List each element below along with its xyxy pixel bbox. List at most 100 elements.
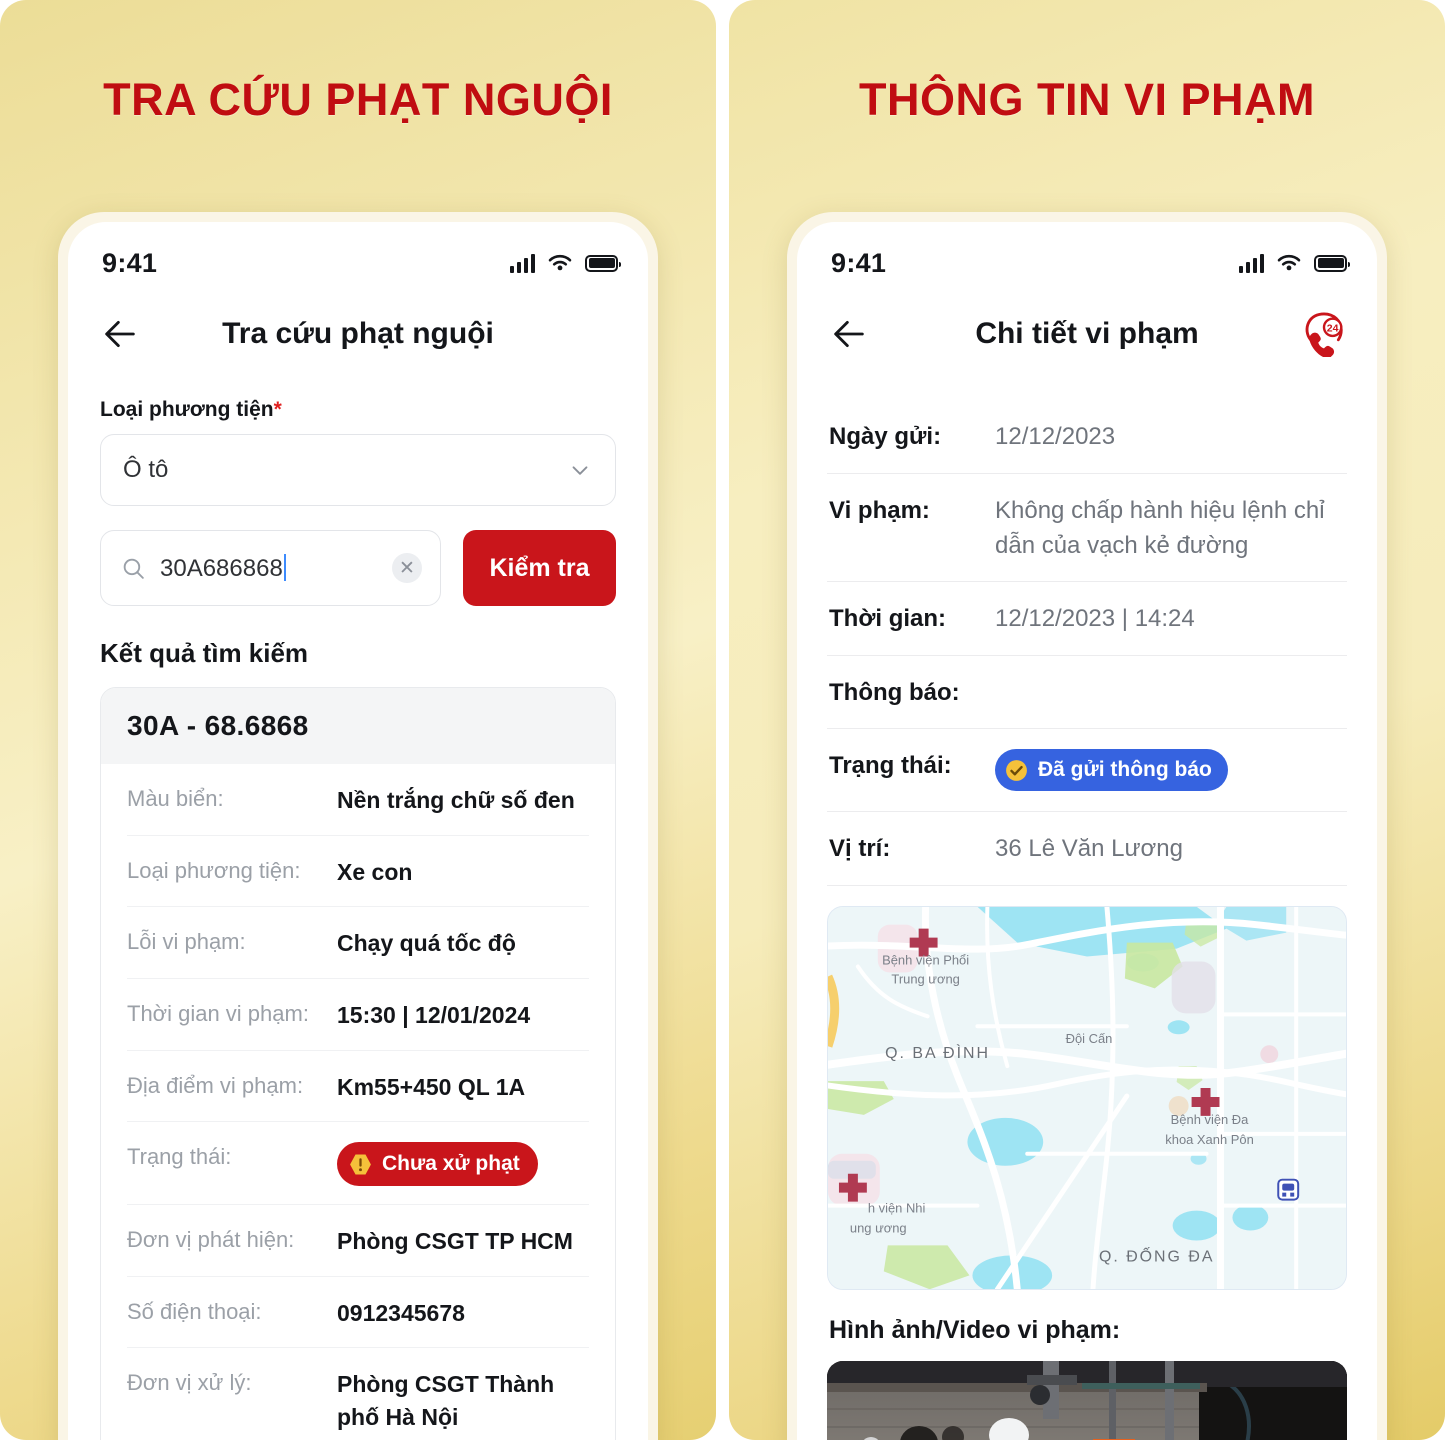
required-mark: * [273, 398, 282, 421]
detail-label: Thời gian: [829, 605, 947, 633]
svg-text:khoa Xanh Pôn: khoa Xanh Pôn [1165, 1132, 1253, 1147]
plate-search-value: 30A686868 [160, 553, 378, 583]
row-value: Km55+450 QL 1A [337, 1073, 526, 1100]
right-phone-screen: 9:41 Chi tiết vi phạm 24 Ngày gửi: 12/12… [797, 222, 1377, 1440]
wifi-icon [548, 254, 572, 270]
warning-hexagon-icon [350, 1154, 371, 1175]
vehicle-type-value: Ô tô [123, 456, 169, 483]
row-value: 15:30 | 12/01/2024 [337, 1001, 531, 1028]
row-label: Số điện thoại: [127, 1298, 262, 1324]
row-label: Đơn vị phát hiện: [127, 1227, 295, 1253]
svg-text:24: 24 [1327, 323, 1339, 335]
svg-text:Q. ĐỐNG ĐA: Q. ĐỐNG ĐA [1099, 1245, 1214, 1265]
row-label: Thời gian vi phạm: [127, 1000, 309, 1026]
vehicle-type-label: Loại phương tiện* [100, 398, 616, 422]
status-icons [510, 253, 621, 274]
clear-x-icon[interactable]: ✕ [392, 553, 422, 583]
status-bar-right: 9:41 [797, 222, 1377, 288]
status-bar-left: 9:41 [68, 222, 648, 288]
battery-full-icon [1314, 254, 1350, 272]
row-value: Chưa xử phạt [337, 1142, 589, 1187]
screenshot-stage: TRA CỨU PHẠT NGUỘI 9:41 Tra cứu phạt ngu… [0, 0, 1445, 1440]
vehicle-type-label-text: Loại phương tiện [100, 398, 274, 421]
results-title: Kết quả tìm kiếm [100, 638, 309, 668]
detail-value: Đã gửi thông báo [995, 748, 1347, 794]
detail-row: Vi phạm: Không chấp hành hiệu lệnh chỉ dẫ… [827, 474, 1347, 583]
detail-label: Ngày gửi: [829, 423, 942, 450]
violation-location-map[interactable]: Bệnh viện Phổi Trung ương Đội Cấn Q. BA … [827, 906, 1347, 1291]
search-row: 30A686868 ✕ Kiểm tra [100, 530, 616, 606]
detail-value: Không chấp hành hiệu lệnh chỉ dẫn của vạ… [995, 496, 1325, 559]
row-value: Nền trắng chữ số đen [337, 787, 575, 813]
row-label: Loại phương tiện: [127, 857, 301, 883]
svg-text:Q. BA ĐÌNH: Q. BA ĐÌNH [885, 1043, 990, 1062]
cellular-signal-icon [510, 253, 535, 273]
map-canvas: Bệnh viện Phổi Trung ương Đội Cấn Q. BA … [828, 907, 1346, 1290]
left-promo-panel: TRA CỨU PHẠT NGUỘI 9:41 Tra cứu phạt ngu… [0, 0, 716, 1440]
battery-full-icon [585, 254, 621, 272]
status-time-right: 9:41 [831, 247, 887, 278]
text-caret [283, 553, 287, 581]
detail-row: Thông báo: [827, 656, 1347, 729]
row-value: Chạy quá tốc độ [337, 930, 516, 957]
table-row: Đơn vị xử lý: Phòng CSGT Thành phố Hà Nội [127, 1348, 589, 1440]
status-badge-label: Đã gửi thông báo [1038, 757, 1212, 781]
page-title: Tra cứu phạt nguội [222, 317, 494, 350]
violation-photo[interactable]: 1-69 [827, 1361, 1347, 1440]
left-phone-frame: 9:41 Tra cứu phạt nguội Loại phương tiện… [58, 212, 658, 1440]
status-badge: Đã gửi thông báo [995, 748, 1228, 792]
svg-text:Trung ương: Trung ương [891, 972, 959, 987]
svg-text:h viện Nhi: h viện Nhi [868, 1201, 926, 1216]
left-screen-body: Loại phương tiện* Ô tô 30A686868 ✕ Kiểm … [68, 380, 648, 1440]
result-card: 30A - 68.6868 Màu biển: Nền trắng chữ số … [100, 687, 616, 1440]
status-badge: Chưa xử phạt [337, 1142, 538, 1187]
media-section-title: Hình ảnh/Video vi phạm: [829, 1316, 1121, 1345]
svg-text:Bệnh viện Đa: Bệnh viện Đa [1171, 1112, 1249, 1127]
table-row: Lỗi vi phạm: Chạy quá tốc độ [127, 907, 589, 979]
hotline-24-phone-icon[interactable]: 24 [1301, 311, 1347, 357]
train-station-icon [1277, 1178, 1300, 1201]
table-row: Trạng thái: Chưa xử phạt [127, 1122, 589, 1206]
row-label: Đơn vị xử lý: [127, 1370, 252, 1396]
check-button[interactable]: Kiểm tra [463, 530, 616, 606]
plate-search-input[interactable]: 30A686868 ✕ [100, 530, 441, 606]
row-value: Xe con [337, 858, 413, 885]
row-value: Phòng CSGT TP HCM [337, 1228, 573, 1255]
vehicle-type-select[interactable]: Ô tô [100, 434, 616, 506]
page-title: Chi tiết vi phạm [975, 317, 1199, 350]
row-label: Trạng thái: [127, 1144, 232, 1170]
detail-label: Vị trí: [829, 835, 891, 863]
table-row: Địa điểm vi phạm: Km55+450 QL 1A [127, 1051, 589, 1123]
right-nav-bar: Chi tiết vi phạm 24 [797, 288, 1377, 380]
right-phone-frame: 9:41 Chi tiết vi phạm 24 Ngày gửi: 12/12… [787, 212, 1387, 1440]
violation-photo-image: 1-69 [827, 1361, 1347, 1440]
back-arrow-icon[interactable] [100, 314, 140, 354]
plate-search-text: 30A686868 [160, 554, 283, 582]
row-value: Phòng CSGT Thành phố Hà Nội [337, 1371, 555, 1431]
right-panel-title: THÔNG TIN VI PHẠM [859, 74, 1315, 125]
back-arrow-icon[interactable] [829, 314, 869, 354]
detail-value: 12/12/2023 | 14:24 [995, 605, 1195, 633]
plate-number: 30A - 68.6868 [101, 688, 615, 764]
wifi-icon [1277, 254, 1301, 270]
left-panel-title: TRA CỨU PHẠT NGUỘI [103, 74, 613, 125]
check-circle-icon [1006, 759, 1027, 781]
right-promo-panel: THÔNG TIN VI PHẠM 9:41 Chi tiết vi phạm … [729, 0, 1445, 1440]
svg-text:ung ương: ung ương [850, 1221, 907, 1236]
detail-value: 12/12/2023 [995, 423, 1116, 450]
svg-text:Bệnh viện Phổi: Bệnh viện Phổi [882, 953, 969, 968]
status-time: 9:41 [102, 247, 158, 278]
detail-row: Vị trí: 36 Lê Văn Lương [827, 812, 1347, 887]
row-value: 0912345678 [337, 1299, 465, 1326]
table-row: Đơn vị phát hiện: Phòng CSGT TP HCM [127, 1205, 589, 1277]
svg-text:Đội Cấn: Đội Cấn [1066, 1031, 1113, 1046]
detail-label: Vi phạm: [829, 496, 930, 524]
row-label: Địa điểm vi phạm: [127, 1072, 304, 1098]
status-icons-right [1239, 253, 1350, 274]
cellular-signal-icon [1239, 253, 1264, 273]
detail-row: Thời gian: 12/12/2023 | 14:24 [827, 582, 1347, 657]
detail-row: Trạng thái: Đã gửi thông báo [827, 729, 1347, 813]
right-screen-body: Ngày gửi: 12/12/2023 Vi phạm: Không chấp hà… [797, 380, 1377, 1440]
detail-label: Trạng thái: [829, 751, 952, 779]
row-label: Màu biển: [127, 786, 224, 811]
